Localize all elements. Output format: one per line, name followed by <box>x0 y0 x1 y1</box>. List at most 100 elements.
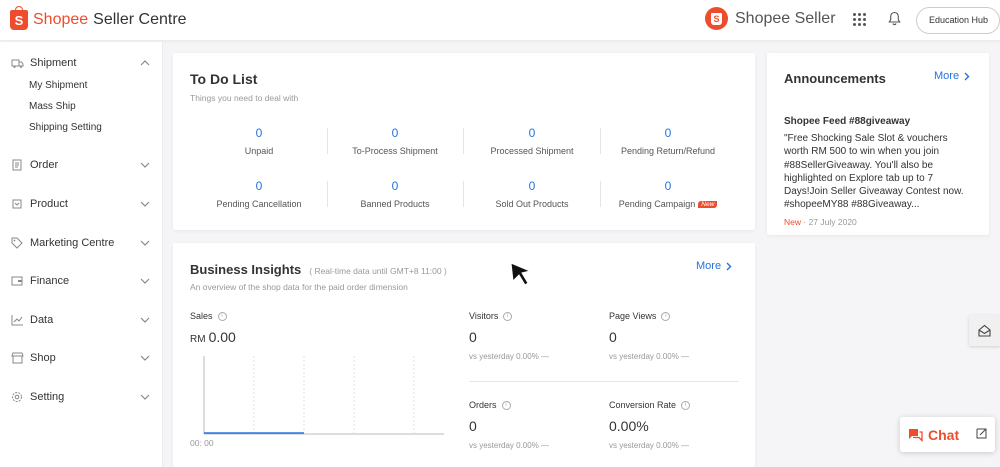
todo-label: To-Process Shipment <box>352 146 438 156</box>
todo-sold-out-products[interactable]: 0 Sold Out Products <box>464 179 600 209</box>
announcements-title: Announcements <box>784 71 886 86</box>
announcements-card: Announcements More Shopee Feed #88giveaw… <box>767 53 989 235</box>
logo-letter-small: S <box>711 12 722 25</box>
currency: RM <box>190 334 206 345</box>
chat-button[interactable]: Chat <box>900 417 995 452</box>
sales-amount: 0.00 <box>208 329 236 345</box>
chevron-down-icon[interactable] <box>140 278 150 285</box>
announcements-more-link[interactable]: More <box>934 70 970 82</box>
clipboard-icon <box>12 159 22 171</box>
sidebar-item-setting[interactable]: Setting <box>11 391 64 403</box>
top-bar: S Shopee Seller Centre S Shopee Seller E… <box>0 0 1000 41</box>
insights-realtime-note: ( Real-time data until GMT+8 11:00 ) <box>309 266 447 276</box>
sidebar-item-data[interactable]: Data <box>11 314 53 326</box>
todo-label: Pending Return/Refund <box>620 146 716 156</box>
more-label: More <box>934 70 960 82</box>
chevron-down-icon[interactable] <box>140 394 150 401</box>
todo-banned-products[interactable]: 0 Banned Products <box>327 179 463 209</box>
chevron-right-icon <box>726 262 732 270</box>
info-icon[interactable]: i <box>681 400 691 410</box>
todo-label: Pending Cancellation <box>216 199 302 209</box>
more-label: More <box>696 260 722 272</box>
shopee-bag-icon: S <box>10 6 28 30</box>
sidebar-item-label: Finance <box>30 275 70 287</box>
sidebar-item-order[interactable]: Order <box>11 159 58 171</box>
todo-value: 0 <box>391 179 399 193</box>
todo-value: 0 <box>528 126 536 140</box>
sidebar-item-label: Product <box>30 198 68 210</box>
sidebar-item-shop[interactable]: Shop <box>11 352 56 364</box>
chevron-right-icon <box>964 72 970 80</box>
sales-label: Sales i <box>190 311 227 321</box>
todo-value: 0 <box>664 126 672 140</box>
todo-processed-shipment[interactable]: 0 Processed Shipment <box>464 126 600 156</box>
insights-more-link[interactable]: More <box>696 260 732 272</box>
conversion-rate-compare: vs yesterday 0.00% — <box>609 441 690 450</box>
sidebar-item-product[interactable]: Product <box>11 198 68 210</box>
todo-value: 0 <box>528 179 536 193</box>
todo-unpaid[interactable]: 0 Unpaid <box>191 126 327 156</box>
shopee-seller-logo: S Shopee Seller <box>705 7 836 30</box>
education-hub-button[interactable]: Education Hub <box>916 7 1000 34</box>
todo-pending-return-refund[interactable]: 0 Pending Return/Refund <box>600 126 736 156</box>
todo-label: Processed Shipment <box>490 146 574 156</box>
logo-letter: S <box>14 13 24 28</box>
mail-inbox-icon <box>978 324 991 337</box>
truck-icon <box>11 59 24 68</box>
box-icon <box>12 199 22 209</box>
chevron-down-icon[interactable] <box>140 317 150 324</box>
chevron-down-icon[interactable] <box>140 355 150 362</box>
mouse-cursor-icon <box>510 262 532 286</box>
shopee-seller-centre-logo[interactable]: S Shopee Seller Centre <box>10 6 187 30</box>
chevron-down-icon[interactable] <box>140 240 150 247</box>
metric-label-text: Visitors <box>469 311 499 321</box>
todo-title: To Do List <box>190 71 258 87</box>
apps-grid-icon[interactable] <box>853 13 866 26</box>
announcement-post-body: "Free Shocking Sale Slot & vouchers wort… <box>784 133 964 211</box>
visitors-label: Visitors i <box>469 311 513 321</box>
notification-bell-icon[interactable] <box>888 11 901 31</box>
todo-pending-cancellation[interactable]: 0 Pending Cancellation <box>191 179 327 209</box>
chat-label: Chat <box>928 426 960 443</box>
announcement-new-tag: New <box>784 217 802 227</box>
inbox-float-button[interactable] <box>969 315 1000 346</box>
todo-label: Sold Out Products <box>495 199 569 209</box>
metric-label-text: Page Views <box>609 311 657 321</box>
sidebar-item-marketing-centre[interactable]: Marketing Centre <box>11 237 114 249</box>
todo-label: Unpaid <box>244 146 274 156</box>
announcement-post-title[interactable]: Shopee Feed #88giveaway <box>784 116 910 127</box>
sidebar-item-shipment[interactable]: Shipment <box>11 57 76 69</box>
todo-subtitle: Things you need to deal with <box>190 93 299 103</box>
orders-value: 0 <box>469 418 477 434</box>
insights-subtitle: An overview of the shop data for the pai… <box>190 282 408 292</box>
chevron-up-icon[interactable] <box>140 59 150 66</box>
sidebar-item-finance[interactable]: Finance <box>11 275 69 287</box>
shopee-circle-icon: S <box>705 7 728 30</box>
sidebar-subitem-shipping-setting[interactable]: Shipping Setting <box>29 122 102 133</box>
sidebar-subitem-my-shipment[interactable]: My Shipment <box>29 80 87 91</box>
chevron-down-icon[interactable] <box>140 162 150 169</box>
sidebar-item-label: Order <box>30 159 59 171</box>
todo-value: 0 <box>255 126 263 140</box>
visitors-compare: vs yesterday 0.00% — <box>469 352 550 361</box>
chevron-down-icon[interactable] <box>140 201 150 208</box>
announcement-date: · 27 July 2020 <box>803 217 857 227</box>
info-icon[interactable]: i <box>503 311 513 321</box>
sidebar-item-label: Setting <box>30 391 65 403</box>
expand-icon[interactable] <box>976 428 987 439</box>
sidebar-subitem-mass-ship[interactable]: Mass Ship <box>29 101 76 112</box>
todo-to-process-shipment[interactable]: 0 To-Process Shipment <box>327 126 463 156</box>
todo-card: To Do List Things you need to deal with … <box>173 53 755 230</box>
brand-name: Shopee <box>33 11 89 28</box>
orders-label: Orders i <box>469 400 511 410</box>
seller-logo-text: Shopee Seller <box>735 9 836 27</box>
sales-label-text: Sales <box>190 311 213 321</box>
orders-compare: vs yesterday 0.00% — <box>469 441 550 450</box>
chat-bubble-icon <box>909 428 923 442</box>
wallet-icon <box>11 276 23 286</box>
info-icon[interactable]: i <box>501 400 511 410</box>
insights-title: Business Insights <box>190 262 302 277</box>
info-icon[interactable]: i <box>217 311 227 321</box>
todo-pending-campaign[interactable]: 0 Pending Campaign New <box>600 179 736 209</box>
info-icon[interactable]: i <box>661 311 671 321</box>
